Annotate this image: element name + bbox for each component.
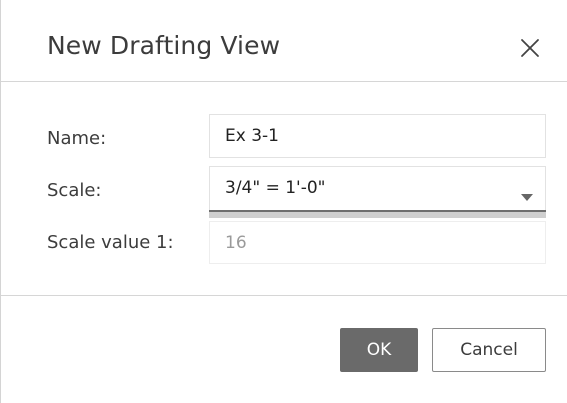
scale-dropdown[interactable]: 3/4" = 1'-0": [209, 166, 546, 211]
scale-value-input: [210, 222, 545, 263]
header-divider: [1, 81, 567, 82]
scale-label: Scale:: [47, 180, 102, 201]
name-label: Name:: [47, 128, 107, 149]
scale-dropdown-shadow: [209, 212, 546, 218]
scale-value-field: [209, 221, 546, 264]
cancel-button[interactable]: Cancel: [432, 328, 546, 372]
name-field[interactable]: [209, 114, 546, 158]
close-icon[interactable]: [517, 35, 543, 61]
scale-value-label: Scale value 1:: [47, 232, 174, 253]
footer-divider: [1, 295, 567, 296]
scale-selected-value: 3/4" = 1'-0": [225, 178, 326, 198]
new-drafting-view-dialog: New Drafting View Name: Scale: 3/4" = 1'…: [0, 0, 567, 403]
name-input[interactable]: [210, 115, 545, 157]
caret-down-icon: [521, 186, 533, 205]
dialog-title: New Drafting View: [47, 31, 281, 60]
ok-button[interactable]: OK: [340, 328, 418, 372]
